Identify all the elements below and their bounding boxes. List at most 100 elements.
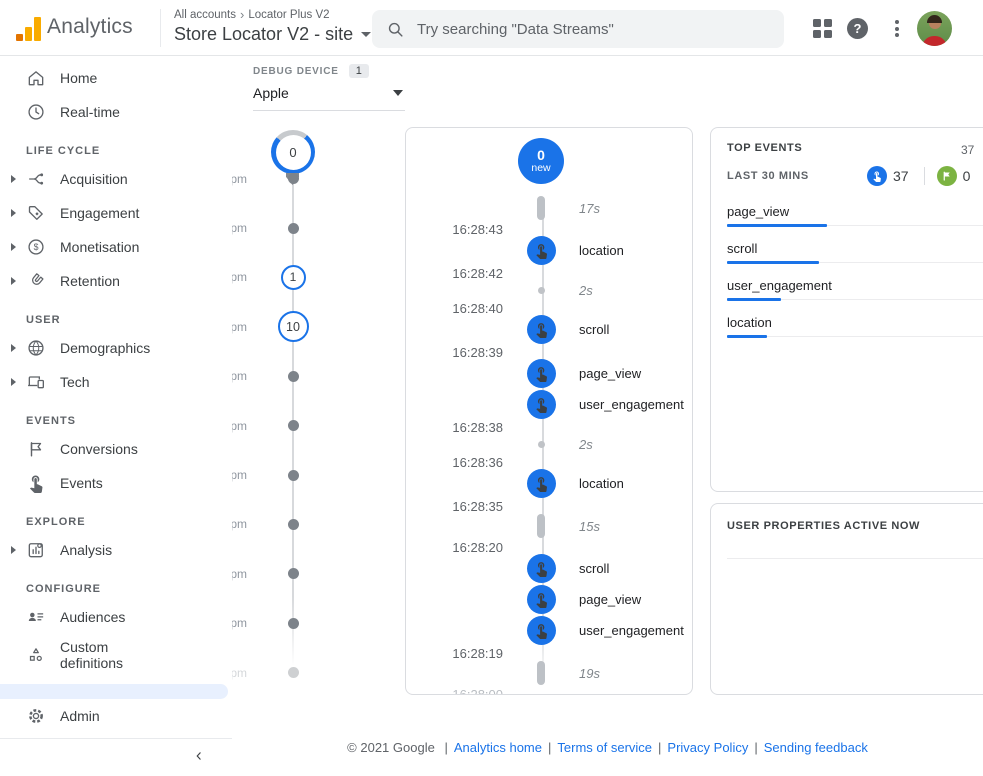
expand-arrow-icon[interactable]: [11, 344, 16, 352]
stream-event-row[interactable]: page_view: [406, 358, 692, 389]
new-events-badge[interactable]: 0 new: [518, 138, 564, 184]
sidebar-item-demographics[interactable]: Demographics: [0, 331, 232, 365]
stream-event-row[interactable]: user_engagement: [406, 389, 692, 420]
sidebar-item-conversions[interactable]: Conversions: [0, 432, 232, 466]
sidebar-section-label: EVENTS: [0, 399, 232, 432]
footer-link[interactable]: Terms of service: [557, 740, 652, 755]
expand-arrow-box: [0, 344, 26, 352]
sidebar-item-retention[interactable]: Retention: [0, 264, 232, 298]
event-name: location: [571, 476, 692, 491]
minute-event-count[interactable]: 1: [281, 265, 306, 290]
stream-event-row[interactable]: scroll: [406, 314, 692, 345]
minute-marker-box: [255, 618, 331, 629]
expand-arrow-icon[interactable]: [11, 378, 16, 386]
user-properties-divider: [727, 558, 983, 559]
apps-grid-icon[interactable]: [813, 19, 832, 38]
breadcrumb-account[interactable]: All accounts: [174, 9, 236, 21]
sidebar-item-home[interactable]: Home: [0, 61, 232, 95]
sidebar-item-acquisition[interactable]: Acquisition: [0, 162, 232, 196]
footer-link[interactable]: Sending feedback: [764, 740, 868, 755]
stream-event-row[interactable]: location: [406, 235, 692, 266]
stream-time-row: 16:28:42: [406, 266, 692, 279]
expand-arrow-box: [0, 546, 26, 554]
minute-dot[interactable]: [288, 519, 299, 530]
avatar[interactable]: [917, 11, 952, 46]
search-bar[interactable]: [372, 10, 784, 48]
gap-duration: 2s: [571, 437, 692, 452]
footer: © 2021 Google |Analytics home|Terms of s…: [232, 740, 983, 755]
top-event-bar: [727, 335, 983, 338]
device-select-value: Apple: [253, 85, 289, 101]
sidebar-item-events[interactable]: Events: [0, 466, 232, 500]
footer-link[interactable]: Analytics home: [454, 740, 542, 755]
collapse-sidebar-button[interactable]: [0, 739, 232, 773]
stream-event-row[interactable]: scroll: [406, 553, 692, 584]
top-events-title: TOP EVENTS: [727, 142, 983, 154]
sidebar-item-monetisation[interactable]: $Monetisation: [0, 230, 232, 264]
minute-dot[interactable]: [288, 667, 299, 678]
stream-event-row[interactable]: location: [406, 468, 692, 499]
top-events-total: 37: [961, 143, 974, 157]
minute-marker-box: [255, 519, 331, 530]
sidebar-selected-item[interactable]: [0, 684, 228, 699]
analytics-logo-icon[interactable]: [16, 15, 41, 41]
stream-event-row[interactable]: page_view: [406, 584, 692, 615]
event-name: page_view: [571, 592, 692, 607]
minute-dot[interactable]: [288, 371, 299, 382]
minute-marker-box: [255, 470, 331, 481]
sidebar-item-label: Custom definitions: [60, 639, 156, 671]
audiences-icon: [26, 607, 46, 627]
search-input[interactable]: [417, 21, 770, 38]
event-name: page_view: [571, 366, 692, 381]
top-event-row[interactable]: scroll: [727, 241, 983, 264]
expand-arrow-icon[interactable]: [11, 277, 16, 285]
minute-row: pm: [215, 203, 331, 252]
expand-arrow-icon[interactable]: [11, 209, 16, 217]
sidebar-item-realtime[interactable]: Real-time: [0, 95, 232, 129]
top-event-row[interactable]: user_engagement: [727, 278, 983, 301]
footer-separator: |: [754, 740, 757, 755]
help-icon[interactable]: ?: [847, 18, 868, 39]
top-events-list: page_viewscroll user_engagement location: [727, 204, 983, 338]
sidebar-item-custom-definitions[interactable]: Custom definitions: [0, 634, 232, 676]
gap-duration: 2s: [571, 283, 692, 298]
footer-link[interactable]: Privacy Policy: [667, 740, 748, 755]
top-event-row[interactable]: location: [727, 315, 983, 338]
minute-dot[interactable]: [288, 618, 299, 629]
debug-device-label: DEBUG DEVICE: [253, 66, 339, 77]
svg-text:$: $: [34, 242, 39, 252]
minute-marker-box: [255, 223, 331, 234]
sidebar-item-admin[interactable]: Admin: [0, 699, 232, 733]
minute-dot[interactable]: [288, 173, 299, 184]
sidebar-item-tech[interactable]: Tech: [0, 365, 232, 399]
expand-arrow-icon[interactable]: [11, 546, 16, 554]
minute-dot[interactable]: [288, 470, 299, 481]
tag-icon: [26, 203, 46, 223]
top-event-bar: [727, 261, 983, 264]
expand-arrow-icon[interactable]: [11, 243, 16, 251]
stream-time-row: 16:28:43: [406, 222, 692, 235]
top-event-row[interactable]: page_view: [727, 204, 983, 227]
sidebar-item-label: Real-time: [60, 104, 120, 120]
more-menu-icon[interactable]: [890, 18, 904, 39]
footer-separator: |: [548, 740, 551, 755]
counter-value: 37: [893, 168, 909, 184]
sidebar-item-analysis[interactable]: Analysis: [0, 533, 232, 567]
sidebar-item-engagement[interactable]: Engagement: [0, 196, 232, 230]
minute-dot[interactable]: [288, 420, 299, 431]
property-selector[interactable]: Store Locator V2 - site: [174, 24, 371, 45]
stream-event-row[interactable]: user_engagement: [406, 615, 692, 646]
minute-event-count[interactable]: 10: [278, 311, 309, 342]
expand-arrow-icon[interactable]: [11, 175, 16, 183]
top-event-name: location: [727, 315, 983, 330]
sidebar-item-audiences[interactable]: Audiences: [0, 600, 232, 634]
minute-dot[interactable]: [288, 223, 299, 234]
device-count-badge: 1: [349, 64, 369, 78]
top-event-name: scroll: [727, 241, 983, 256]
stream-time-row: 16:28:19: [406, 646, 692, 659]
device-select[interactable]: Apple: [253, 78, 405, 111]
expand-arrow-box: [0, 243, 26, 251]
minute-dot[interactable]: [288, 568, 299, 579]
breadcrumb-property[interactable]: Locator Plus V2: [248, 9, 329, 21]
user-properties-title: USER PROPERTIES ACTIVE NOW: [727, 520, 983, 532]
